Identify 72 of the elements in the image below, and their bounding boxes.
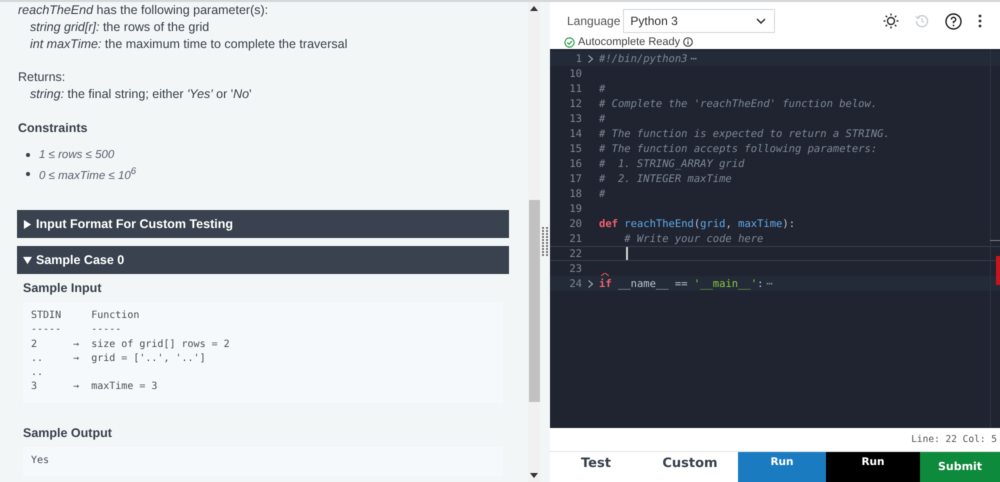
parameter-text: string grid[r]: the rows of the grid: [29, 19, 210, 36]
sample-line: ----- -----: [31, 323, 122, 338]
parameter-text: int maxTime: the maximum time to complete the traversal: [29, 36, 348, 53]
section-header[interactable]: Sample Case 0: [17, 246, 509, 274]
sample-line: 2 → size of grid[] rows = 2: [31, 338, 231, 352]
sample-line: Yes: [31, 454, 50, 468]
line-number: 12: [568, 98, 582, 110]
language-label: Language: [567, 14, 620, 28]
code-line: # 1. STRING_ARRAY grid: [599, 158, 744, 170]
code-line: # The function accepts following parameters:: [599, 142, 878, 154]
chevron-right-icon[interactable]: [588, 54, 593, 62]
code-line: #: [599, 112, 606, 124]
constraint-text: 1 ≤ rows ≤ 500: [39, 148, 114, 160]
line-number: 17: [568, 172, 582, 184]
code-line: # 2. INTEGER maxTime: [599, 172, 732, 184]
sample-line: ..: [31, 366, 44, 380]
action-button[interactable]: Submit: [920, 452, 1000, 482]
scroll-up-icon[interactable]: [530, 6, 538, 11]
line-number: 11: [568, 82, 582, 94]
check-circle-icon: [564, 36, 575, 48]
line-number: 20: [568, 218, 582, 230]
code-line: # Write your code here: [623, 232, 764, 244]
code-line: if __name__ == '__main__': ⋯: [599, 278, 773, 290]
section-header[interactable]: Input Format For Custom Testing: [17, 210, 509, 238]
line-number: 16: [568, 158, 582, 170]
more-icon[interactable]: [978, 14, 982, 28]
action-button[interactable]: Run: [738, 452, 826, 482]
code-line: def reachTheEnd(grid, maxTime):: [599, 218, 796, 230]
constraint-text: 0 ≤ maxTime ≤ 10$^{6}$: [39, 166, 136, 182]
line-number: 21: [568, 232, 582, 244]
code-line: #: [599, 82, 606, 94]
line-number: 24: [568, 278, 582, 290]
sample-line: STDIN Function: [31, 309, 140, 323]
return-text: string: the final string; either 'Yes' or 'No': [29, 86, 252, 103]
drag-handle-icon[interactable]: [542, 227, 548, 257]
sample-heading: Sample Input: [23, 280, 102, 296]
info-icon[interactable]: [683, 37, 694, 47]
language-select[interactable]: Python 3: [623, 9, 776, 33]
line-number: 1: [574, 52, 582, 64]
caret-icon: [23, 256, 32, 264]
description-text: reachTheEnd has the following parameter(s):: [18, 2, 270, 19]
line-number: 13: [568, 112, 582, 124]
line-number: 18: [568, 188, 582, 200]
sun-icon[interactable]: [883, 13, 899, 29]
code-line: # The function is expected to return a STRING.: [599, 128, 890, 140]
chevron-right-icon[interactable]: [588, 280, 593, 288]
line-number: 15: [568, 142, 582, 154]
returns-label: Returns:: [18, 69, 66, 86]
sample-line: 3 → maxTime = 3: [31, 380, 158, 394]
chevron-down-icon: [756, 18, 766, 24]
autocomplete-status: Autocomplete Ready: [578, 36, 680, 48]
sample-heading: Sample Output: [23, 424, 113, 441]
line-number: 14: [568, 128, 582, 140]
line-number: 19: [568, 202, 582, 214]
line-number: 10: [568, 68, 582, 80]
caret-icon: [23, 220, 32, 228]
scrollbar[interactable]: [528, 2, 540, 482]
help-icon[interactable]: [945, 12, 962, 30]
cursor-position: Line: 22 Col: 5: [911, 434, 997, 445]
code-line: #!/bin/python3 ⋯: [599, 52, 697, 64]
code-line: # Complete the 'reachTheEnd' function below.: [599, 98, 878, 110]
text-cursor: [626, 247, 628, 260]
action-button[interactable]: Run: [826, 452, 920, 482]
sample-line: .. → grid = ['..', '..']: [31, 352, 207, 366]
minimap-line: [990, 240, 1000, 241]
scroll-thumb[interactable]: [528, 200, 540, 402]
constraints-heading: Constraints: [18, 120, 88, 137]
line-number: 23: [568, 262, 582, 274]
line-number: 22: [568, 248, 582, 260]
code-line: #: [599, 188, 606, 200]
scroll-down-icon[interactable]: [530, 473, 538, 478]
error-marker: [996, 256, 1000, 285]
